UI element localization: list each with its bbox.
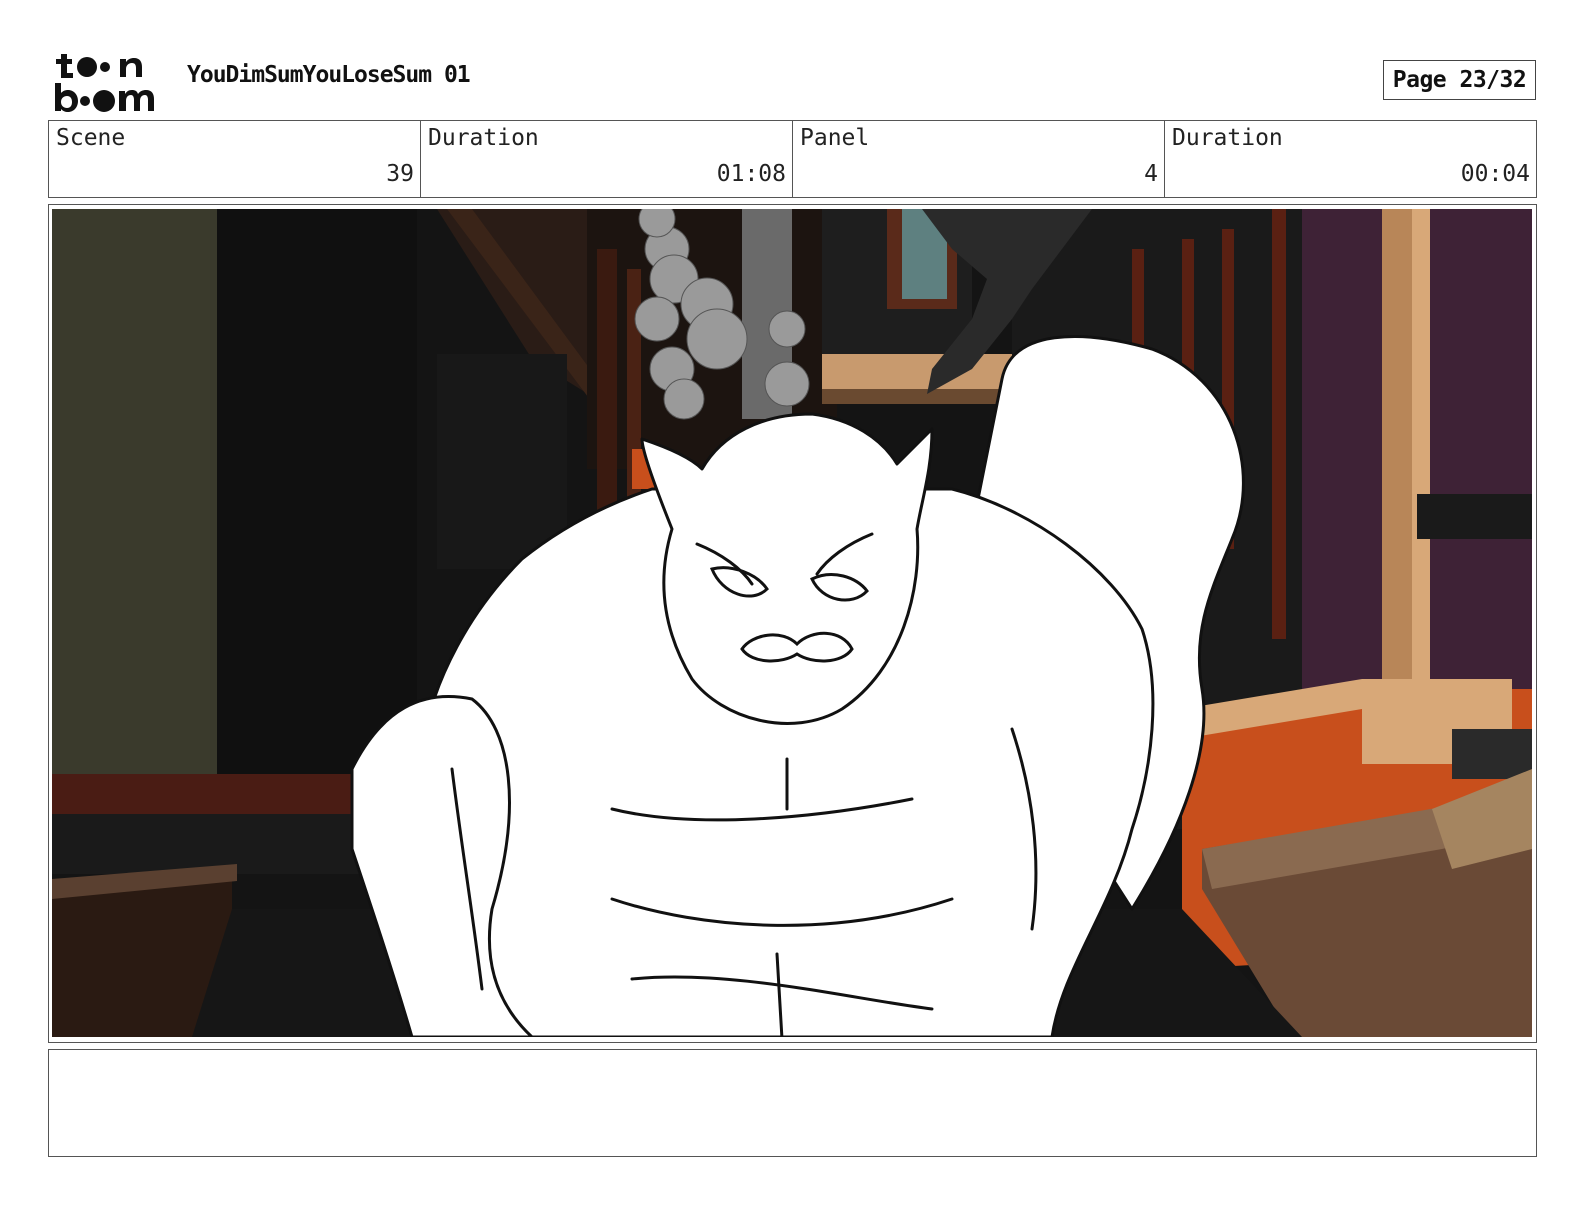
- scene-cell: Scene 39: [49, 121, 421, 197]
- scene-duration-value: 01:08: [716, 161, 786, 187]
- panel-label: Panel: [800, 125, 870, 151]
- storyboard-panel-frame: [48, 204, 1537, 1043]
- panel-duration-value: 00:04: [1460, 161, 1530, 187]
- panel-value: 4: [1144, 161, 1158, 187]
- toon-boom-logo: [55, 54, 154, 112]
- scene-value: 39: [386, 161, 414, 187]
- scene-duration-cell: Duration 01:08: [421, 121, 793, 197]
- panel-duration-cell: Duration 00:04: [1165, 121, 1536, 197]
- panel-duration-label: Duration: [1172, 125, 1283, 151]
- project-title: YouDimSumYouLoseSum 01: [187, 62, 471, 88]
- panel-notes: [48, 1049, 1537, 1157]
- page-indicator: Page 23/32: [1383, 60, 1536, 100]
- scene-duration-label: Duration: [428, 125, 539, 151]
- panel-cell: Panel 4: [793, 121, 1165, 197]
- storyboard-panel-image: [52, 209, 1532, 1037]
- panel-info-table: Scene 39 Duration 01:08 Panel 4 Duration…: [48, 120, 1537, 198]
- scene-label: Scene: [56, 125, 126, 151]
